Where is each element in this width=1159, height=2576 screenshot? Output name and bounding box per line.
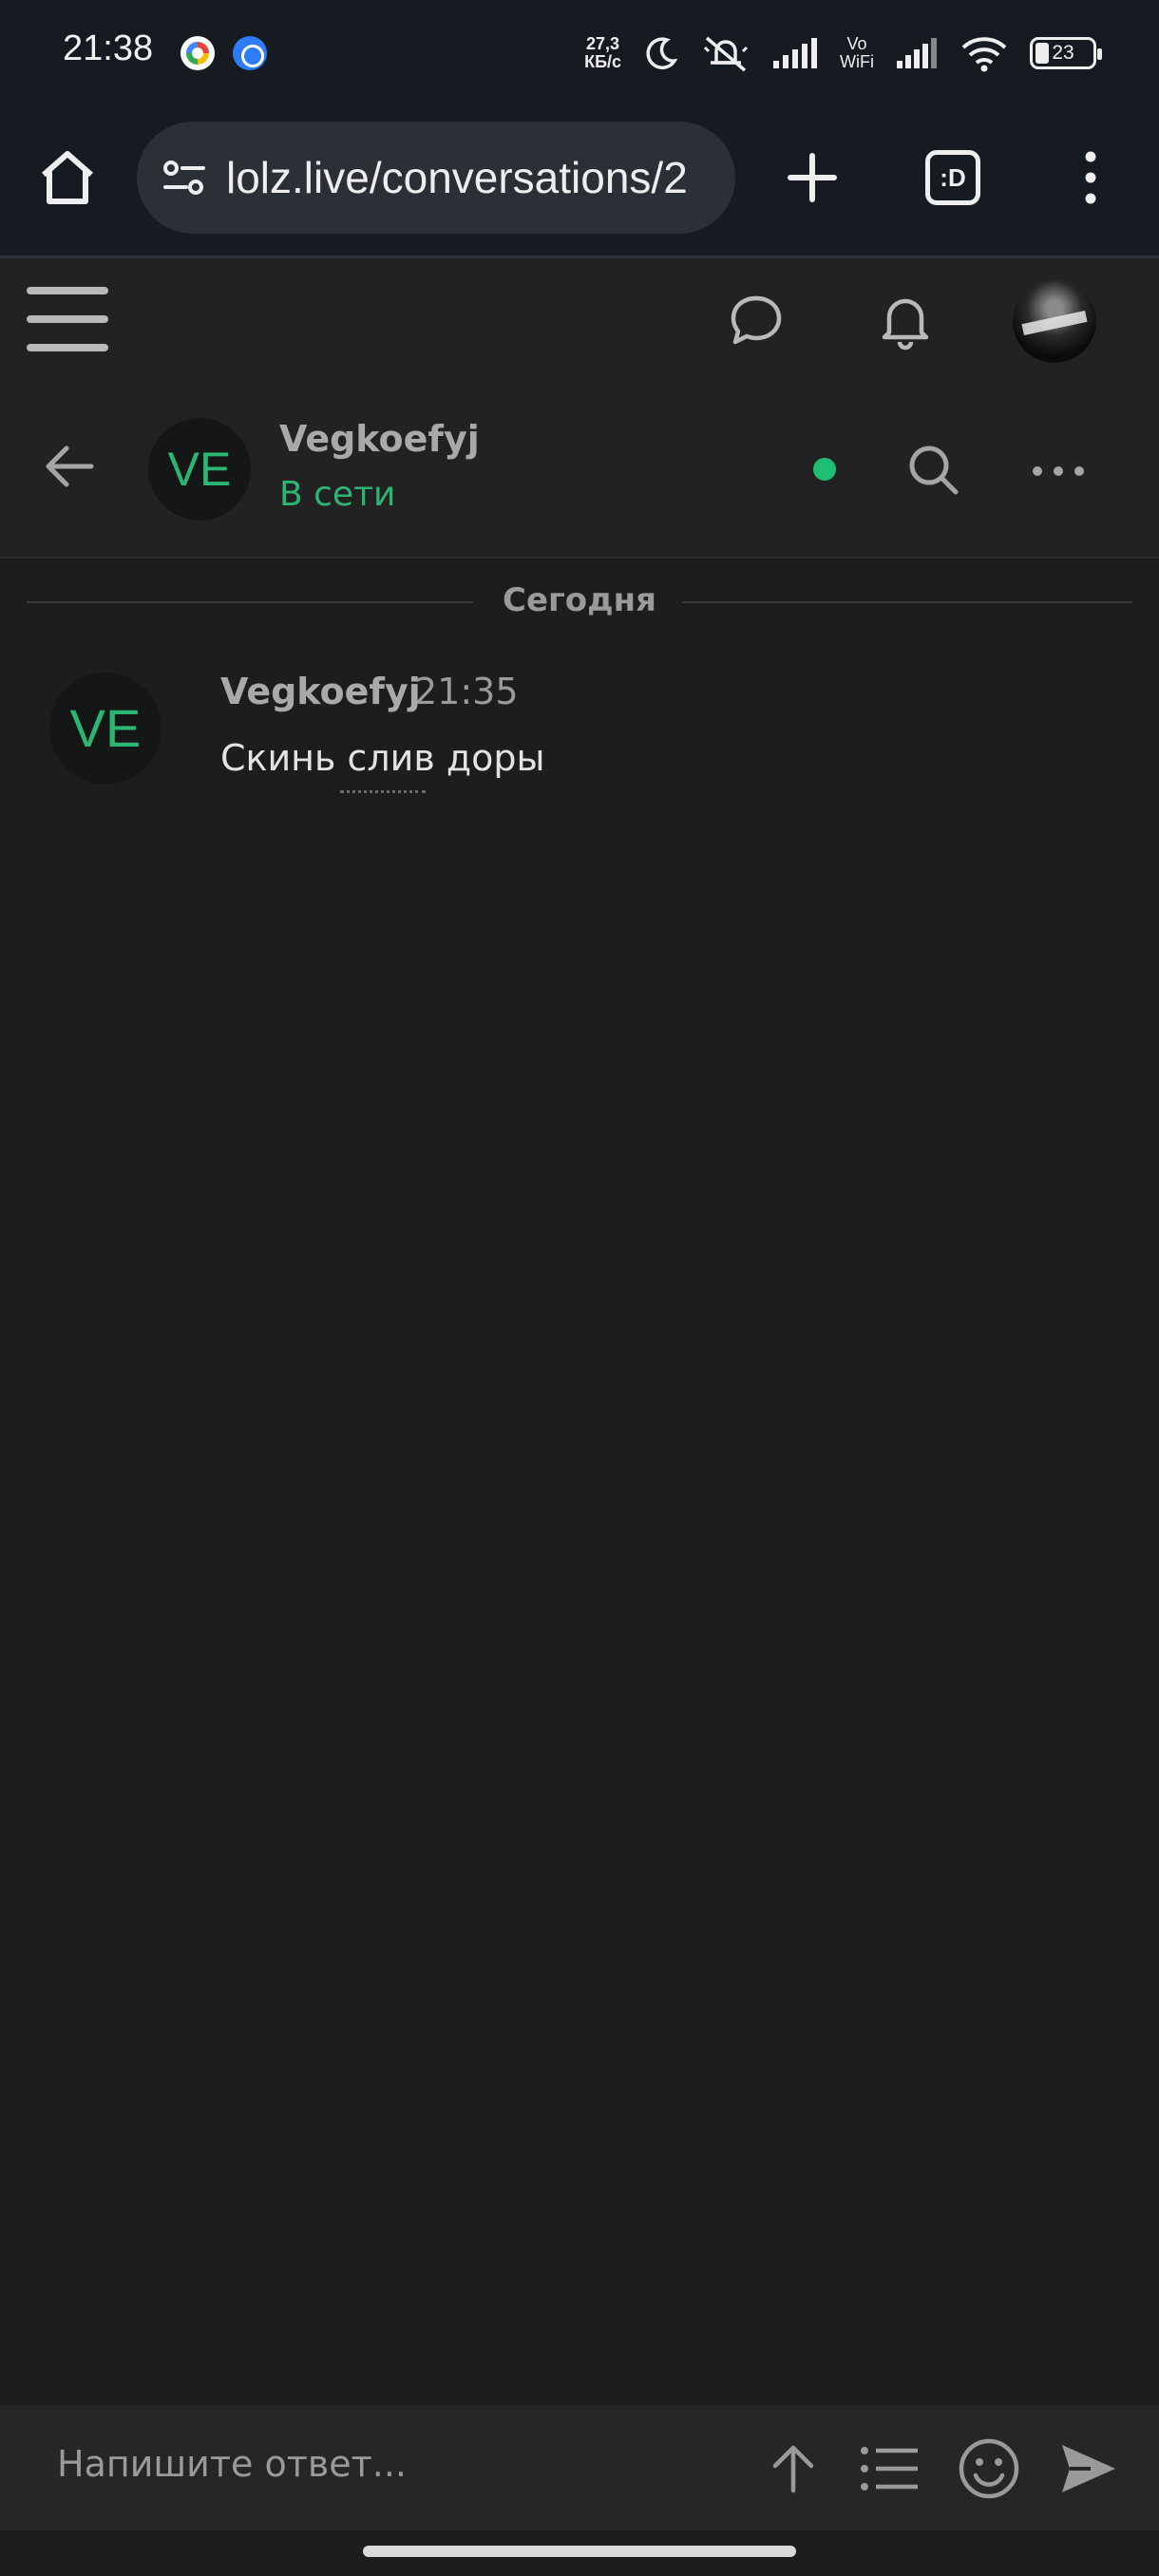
site-settings-icon[interactable] <box>162 159 207 197</box>
list-format-icon[interactable] <box>859 2443 920 2494</box>
new-tab-icon[interactable] <box>779 144 846 211</box>
message-item: VE Vegkoefyj 21:35 Скинь слив доры <box>0 665 1159 807</box>
hamburger-menu-icon[interactable] <box>27 283 110 355</box>
date-separator-label: Сегодня <box>482 581 677 619</box>
address-bar[interactable]: lolz.live/conversations/2 <box>137 122 735 234</box>
conversation-header: VE Vegkoefyj В сети <box>0 380 1159 559</box>
notifications-bell-icon[interactable] <box>874 289 937 351</box>
status-icons: 27,3 КБ/с Vo WiFi 23 <box>584 25 1102 82</box>
home-icon[interactable] <box>34 144 101 211</box>
message-author-avatar[interactable]: VE <box>49 672 162 785</box>
battery-fill <box>1036 43 1049 64</box>
back-arrow-icon[interactable] <box>40 437 99 496</box>
tab-switcher-button[interactable]: :D <box>925 150 980 205</box>
conversation-avatar[interactable]: VE <box>148 418 251 521</box>
spellcheck-underline <box>340 790 426 793</box>
message-time: 21:35 <box>414 671 519 712</box>
muted-bell-icon <box>703 36 749 72</box>
send-icon[interactable] <box>1056 2437 1119 2500</box>
messenger-notification-icon <box>233 36 267 70</box>
conversations-icon[interactable] <box>726 291 787 351</box>
gesture-handle[interactable] <box>363 2546 796 2557</box>
reply-input[interactable]: Напишите ответ... <box>57 2443 407 2485</box>
message-author[interactable]: Vegkoefyj <box>220 671 421 712</box>
kebab-menu-icon[interactable] <box>1074 144 1108 211</box>
network-speed: 27,3 КБ/с <box>584 34 622 71</box>
vowifi-indicator: Vo WiFi <box>840 34 874 71</box>
online-status: В сети <box>279 475 396 514</box>
upload-arrow-icon[interactable] <box>766 2441 821 2496</box>
emoji-icon[interactable] <box>958 2437 1020 2500</box>
status-time: 21:38 <box>63 28 154 68</box>
do-not-disturb-icon <box>646 37 678 69</box>
online-indicator-dot <box>813 458 836 481</box>
message-text: Скинь слив доры <box>220 737 545 779</box>
site-header <box>0 258 1159 380</box>
signal-icon <box>773 38 818 68</box>
reply-composer: Напишите ответ... <box>0 2405 1159 2530</box>
google-app-icon <box>180 36 215 70</box>
navigation-bar <box>0 2530 1159 2576</box>
status-bar: 21:38 27,3 КБ/с Vo WiFi 23 <box>0 0 1159 106</box>
signal-icon-2 <box>897 38 937 68</box>
user-avatar[interactable] <box>1013 279 1096 363</box>
date-separator: Сегодня <box>27 578 1132 625</box>
search-icon[interactable] <box>904 441 961 498</box>
browser-toolbar: lolz.live/conversations/2 :D <box>0 106 1159 258</box>
battery-indicator: 23 <box>1030 37 1102 69</box>
conversation-name[interactable]: Vegkoefyj <box>279 418 480 460</box>
more-options-icon[interactable] <box>1028 452 1089 490</box>
url-text: lolz.live/conversations/2 <box>226 153 688 202</box>
wifi-icon <box>961 37 1007 72</box>
